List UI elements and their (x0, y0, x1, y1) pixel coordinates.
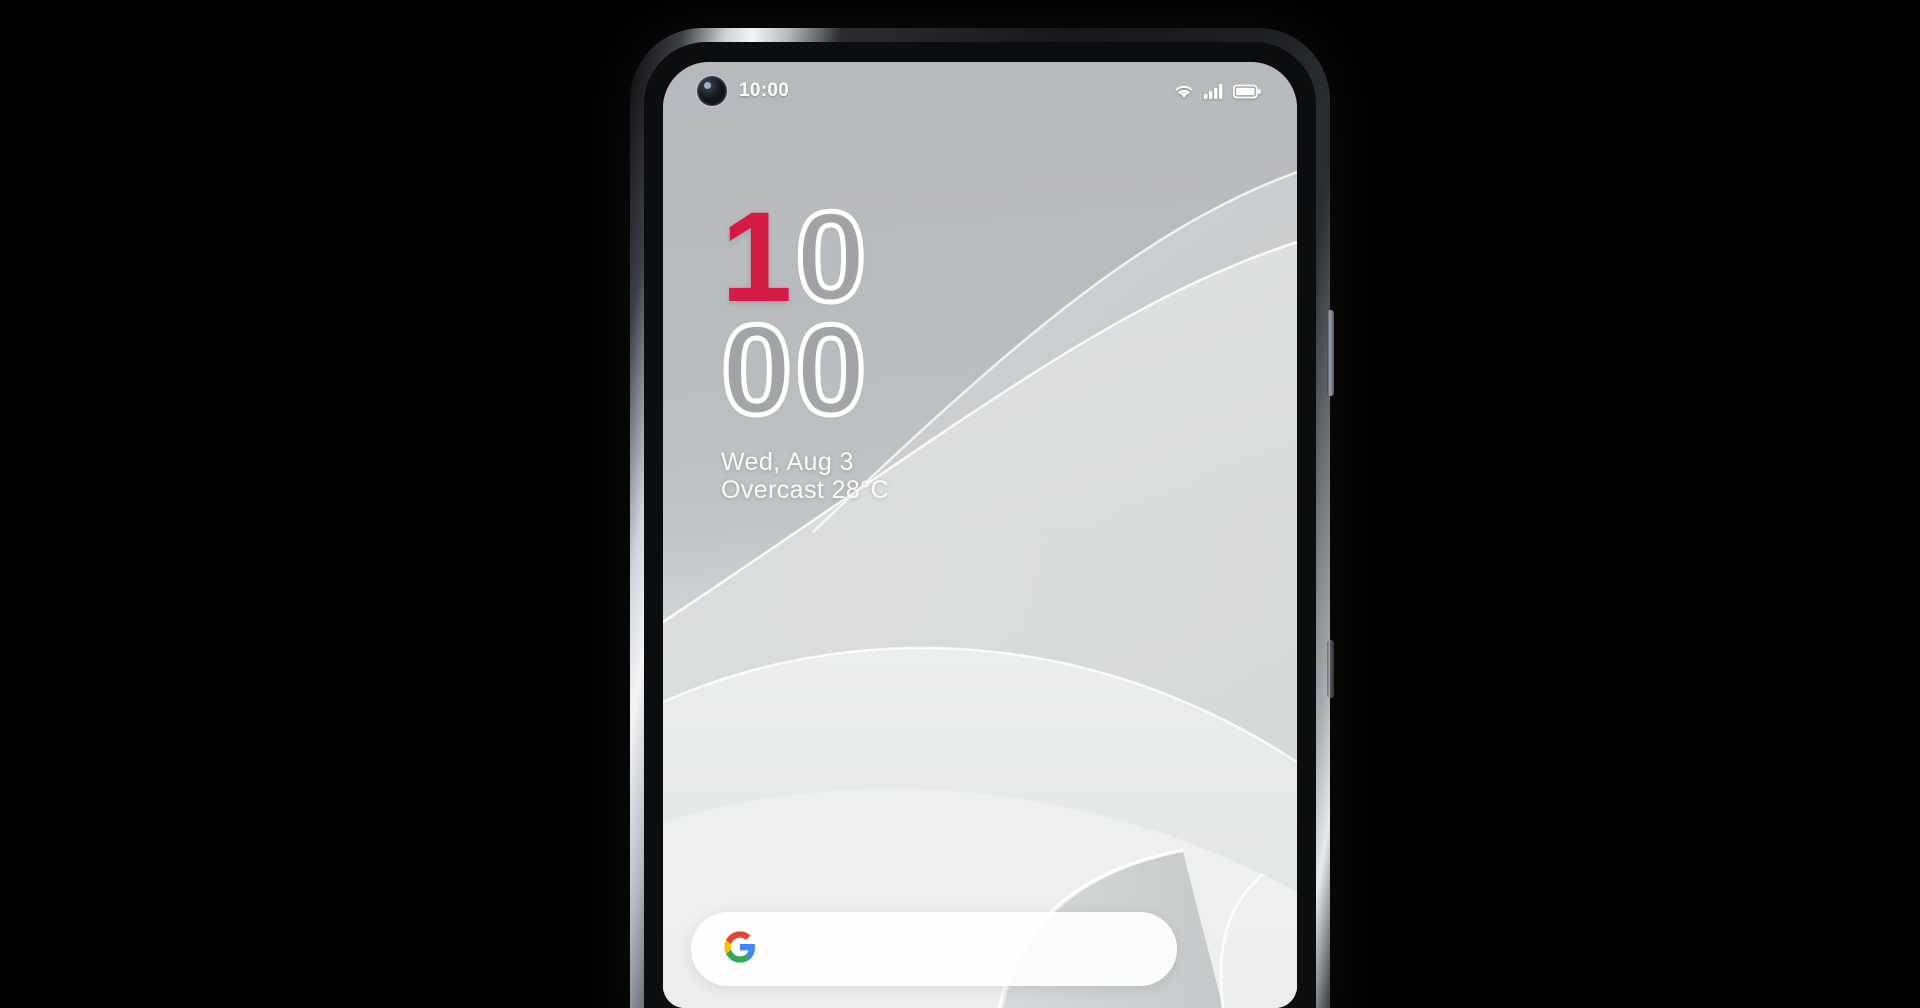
wifi-icon (1173, 83, 1195, 99)
phone-screen: 10:00 1 0 0 0 Wed, Aug 3 Overcast 28°C (663, 62, 1297, 1008)
google-search-bar[interactable] (691, 912, 1177, 986)
clock-hour-digit-1: 1 (721, 186, 792, 329)
clock-hour-digit-2: 0 (793, 186, 869, 329)
google-logo-icon (723, 930, 757, 969)
status-bar-time: 10:00 (739, 80, 790, 101)
lockscreen-clock-widget: 1 0 0 0 Wed, Aug 3 Overcast 28°C (718, 186, 890, 507)
date-weather-block: Wed, Aug 3 Overcast 28°C (721, 448, 890, 505)
front-camera-icon (697, 76, 727, 106)
power-button[interactable] (1327, 310, 1334, 396)
status-bar-indicators (1173, 83, 1261, 99)
clock-minute-digit-1: 0 (718, 298, 794, 442)
weather-text: Overcast 28°C (721, 476, 890, 505)
signal-icon (1204, 83, 1224, 99)
clock-minute-row: 0 0 (718, 298, 889, 442)
date-text: Wed, Aug 3 (721, 448, 854, 477)
clock-minute-digit-2: 0 (793, 298, 869, 442)
status-bar: 10:00 (663, 62, 1297, 120)
battery-icon (1233, 84, 1261, 99)
volume-button[interactable] (1327, 640, 1334, 698)
screenshot-stage: 10:00 1 0 0 0 Wed, Aug 3 Overcast 28°C (0, 0, 1920, 1008)
clock-hour-row: 1 0 (721, 186, 889, 329)
